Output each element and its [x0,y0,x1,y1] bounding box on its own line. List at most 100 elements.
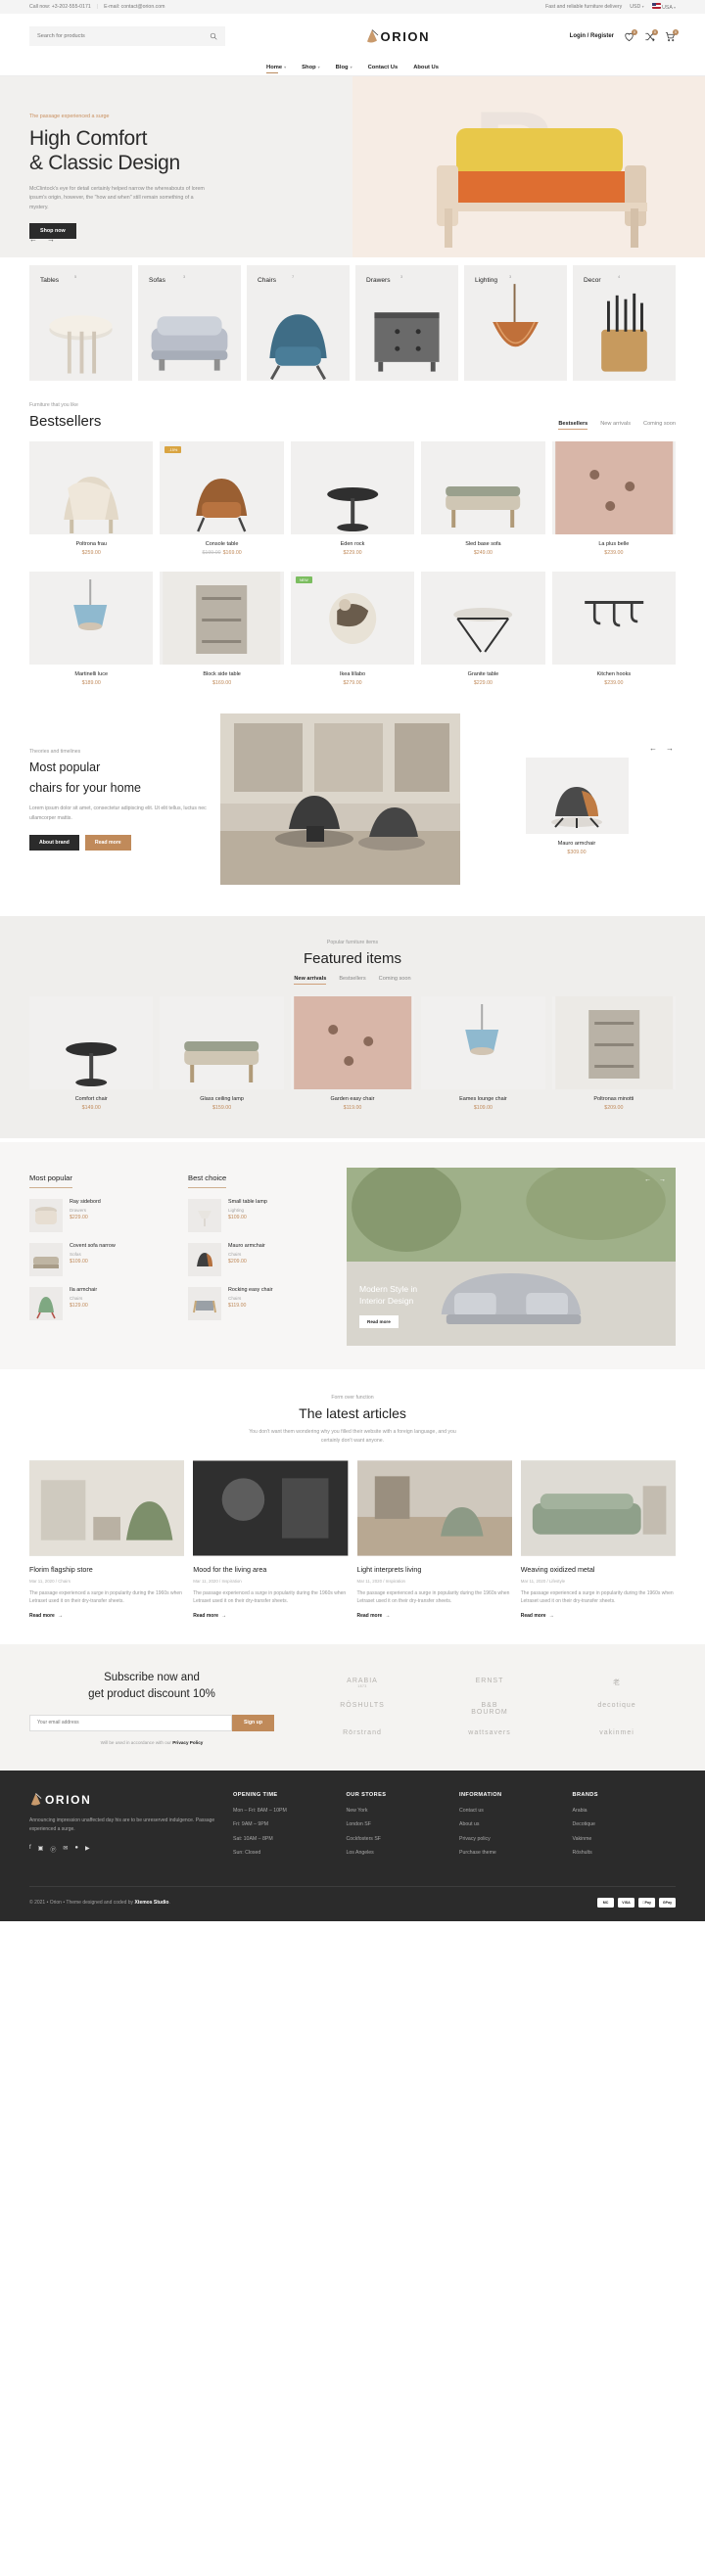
article-card[interactable]: Weaving oxidized metal Mar 11, 2020 / Li… [520,1459,676,1619]
footer-link[interactable]: Privacy policy [459,1836,563,1842]
social-icon-4[interactable]: ● [74,1845,78,1854]
list-item[interactable]: Mauro armchair Chairs $209.00 [188,1243,333,1276]
list-item[interactable]: Small table lamp Lighting $109.00 [188,1199,333,1232]
product-card[interactable]: Sled base sofa $249.00 [421,441,545,556]
product-card[interactable]: Glass ceiling lamp $159.00 [160,996,284,1111]
promo-next-arrow[interactable]: → [666,744,674,753]
category-tile-sofas[interactable]: Sofas 3 [138,265,241,381]
wishlist-button[interactable]: 0 [624,28,637,42]
promo-prev-arrow[interactable]: ← [649,744,657,753]
category-tile-tables[interactable]: Tables 5 [29,265,132,381]
hero-next-arrow[interactable]: → [47,235,55,244]
search-box[interactable] [29,26,225,46]
tab-coming-soon[interactable]: Coming soon [379,976,411,982]
social-icon-0[interactable]: f [29,1845,31,1854]
product-card[interactable]: Granite table $229.00 [421,572,545,686]
promo-image [220,713,460,885]
article-card[interactable]: Florim flagship store Mar 11, 2020 / Cha… [29,1459,185,1619]
login-register-link[interactable]: Login / Register [570,33,614,39]
list-item-price: $109.00 [70,1259,88,1265]
product-card[interactable]: -15% Console table $199.00 $169.00 [160,441,284,556]
footer-link[interactable]: Decotique [573,1821,677,1827]
banner-next-arrow[interactable]: → [659,1176,666,1183]
tab-new-arrivals[interactable]: New arrivals [294,976,326,985]
list-item[interactable]: Ila armchair Chairs $129.00 [29,1287,174,1320]
product-card[interactable]: Martinelli luce $189.00 [29,572,154,686]
compare-count-badge: 0 [652,28,658,35]
hero-title-line1: High Comfort [29,127,148,150]
about-brand-button[interactable]: About brand [29,834,79,851]
social-icon-1[interactable]: ▣ [38,1845,44,1854]
banner-read-more-button[interactable]: Read more [359,1315,399,1328]
category-tile-drawers[interactable]: Drawers 3 [355,265,458,381]
read-more-button[interactable]: Read more [84,834,131,851]
category-tile-chairs[interactable]: Chairs 7 [247,265,350,381]
category-tile-lighting[interactable]: Lighting 3 [464,265,567,381]
footer-link[interactable]: Sat: 10AM – 8PM [233,1836,337,1842]
social-icon-3[interactable]: ✉ [63,1845,68,1854]
social-icon-5[interactable]: ▶ [85,1845,90,1854]
banner-prev-arrow[interactable]: ← [644,1176,651,1183]
nav-item-contact-us[interactable]: Contact Us [368,65,399,70]
compare-button[interactable]: 0 [644,28,658,42]
article-read-more[interactable]: Read more → [521,1613,676,1619]
site-logo[interactable]: ORION [365,28,431,44]
search-input[interactable] [37,33,210,39]
footer-link[interactable]: Arabia [573,1808,677,1814]
tab-bestsellers[interactable]: Bestsellers [558,421,588,430]
nav-item-home[interactable]: Home ▾ [266,65,286,73]
bestsellers-row-2: Martinelli luce $189.00 Block side table… [29,572,677,686]
footer-link[interactable]: About us [459,1821,563,1827]
footer-link[interactable]: Fri: 9AM – 9PM [233,1821,337,1827]
article-read-more[interactable]: Read more → [193,1613,348,1619]
newsletter-signup-button[interactable]: Sign up [231,1714,274,1731]
hero-prev-arrow[interactable]: ← [29,235,37,244]
product-card[interactable]: Comfort chair $149.00 [29,996,154,1111]
product-card[interactable]: Eden rock $229.00 [290,441,415,556]
currency-selector[interactable]: USD ▾ [630,4,643,10]
cart-button[interactable]: 0 [665,28,679,42]
product-card[interactable]: Block side table $169.00 [160,572,284,686]
footer-link[interactable]: Cockfosters SF [347,1836,450,1842]
footer-link[interactable]: Vakinme [573,1836,677,1842]
list-item[interactable]: Covent sofa narrow Sofas $109.00 [29,1243,174,1276]
product-card[interactable]: NEW Ikea lillabo $279.00 [290,572,415,686]
category-tile-decor[interactable]: Decor 4 [573,265,676,381]
product-card[interactable]: Eames lounge chair $109.00 [421,996,545,1111]
article-card[interactable]: Mood for the living area Mar 11, 2020 / … [193,1459,349,1619]
footer-link[interactable]: Los Angeles [347,1850,450,1856]
footer-link[interactable]: Mon – Fri: 8AM – 10PM [233,1808,337,1814]
article-read-more[interactable]: Read more → [357,1613,512,1619]
product-card[interactable]: Kitchen hooks $239.00 [551,572,677,686]
privacy-policy-link[interactable]: Privacy Policy [172,1740,203,1745]
tab-bestsellers[interactable]: Bestsellers [339,976,365,982]
country-selector[interactable]: USA ▾ [651,3,676,11]
social-icon-2[interactable]: ⓟ [50,1845,56,1854]
footer-column-title: INFORMATION [459,1791,502,1798]
list-item[interactable]: Rocking easy chair Chairs $119.00 [188,1287,333,1320]
tab-coming-soon[interactable]: Coming soon [643,421,676,427]
footer-link[interactable]: Purchase theme [459,1850,563,1856]
newsletter-email-input[interactable] [29,1714,232,1731]
product-card[interactable]: Poltronas minotti $209.00 [551,996,677,1111]
footer-link[interactable]: New York [347,1808,450,1814]
promo-product-card[interactable]: Mauro armchair $309.00 [525,757,629,855]
studio-link[interactable]: Xtemos Studio [134,1900,168,1906]
footer-link[interactable]: London SF [347,1821,450,1827]
product-card[interactable]: Garden easy chair $119.00 [290,996,415,1111]
article-card[interactable]: Light interprets living Mar 11, 2020 / I… [356,1459,512,1619]
footer-logo[interactable]: ORION [29,1792,215,1808]
interior-banner[interactable]: ← → Modern Style in Interior Design Read… [347,1168,676,1346]
footer-link[interactable]: Röshults [573,1850,677,1856]
list-item[interactable]: Ray sidebord Drawers $229.00 [29,1199,174,1232]
nav-item-blog[interactable]: Blog ▾ [336,65,352,70]
footer-link[interactable]: Contact us [459,1808,563,1814]
footer-link[interactable]: Sun: Closed [233,1850,337,1856]
product-card[interactable]: Poltrona frau $259.00 [29,441,154,556]
tab-new-arrivals[interactable]: New arrivals [600,421,631,427]
search-icon[interactable] [210,32,217,40]
article-read-more[interactable]: Read more → [29,1613,184,1619]
nav-item-about-us[interactable]: About Us [413,65,439,70]
nav-item-shop[interactable]: Shop ▾ [302,65,320,70]
product-card[interactable]: La plus belle $239.00 [551,441,677,556]
